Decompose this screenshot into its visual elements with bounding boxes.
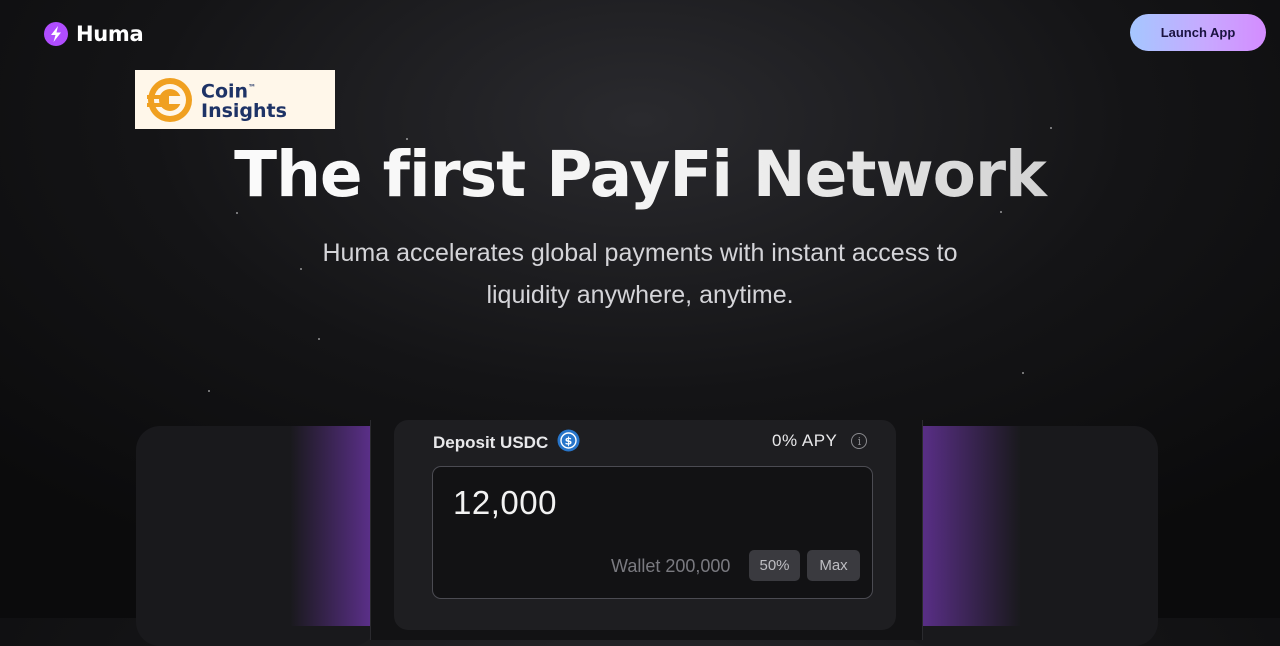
coin-insights-logo-icon — [147, 77, 192, 122]
hero-title: The first PayFi Network — [0, 138, 1280, 211]
usdc-icon: $ — [557, 429, 580, 457]
apy-row: 0% APY i — [772, 431, 868, 451]
deposit-amount-field[interactable]: 12,000 Wallet 200,000 50% Max — [432, 466, 873, 599]
svg-text:$: $ — [565, 435, 573, 448]
fifty-percent-button[interactable]: 50% — [749, 550, 800, 581]
apy-value: 0% APY — [772, 431, 838, 450]
coin-insights-watermark: Coin™ Insights — [135, 70, 335, 129]
deposit-amount-value[interactable]: 12,000 — [453, 484, 557, 522]
star — [1050, 127, 1052, 129]
max-button[interactable]: Max — [807, 550, 860, 581]
star — [1022, 372, 1024, 374]
launch-app-button[interactable]: Launch App — [1130, 14, 1266, 51]
hero-subtitle-line1: Huma accelerates global payments with in… — [322, 239, 958, 267]
star — [318, 338, 320, 340]
star — [1000, 211, 1002, 213]
purple-glow-right — [921, 426, 1021, 626]
huma-bolt-icon — [44, 22, 68, 46]
wallet-balance: Wallet 200,000 — [611, 556, 731, 576]
deposit-header: Deposit USDC $ — [433, 429, 580, 457]
huma-logo[interactable]: Huma — [44, 22, 144, 46]
watermark-line2: Insights — [201, 100, 287, 123]
star — [208, 390, 210, 392]
watermark-tm: ™ — [248, 82, 257, 92]
watermark-line1: Coin — [201, 80, 249, 103]
hero-subtitle: Huma accelerates global payments with in… — [0, 232, 1280, 316]
info-icon[interactable]: i — [851, 433, 868, 449]
brand-name: Huma — [76, 22, 144, 46]
coin-insights-text: Coin™ Insights — [201, 78, 287, 121]
star — [236, 212, 238, 214]
hero-subtitle-line2: liquidity anywhere, anytime. — [486, 281, 794, 309]
purple-glow-left — [290, 426, 370, 626]
deposit-label: Deposit USDC — [433, 433, 549, 452]
